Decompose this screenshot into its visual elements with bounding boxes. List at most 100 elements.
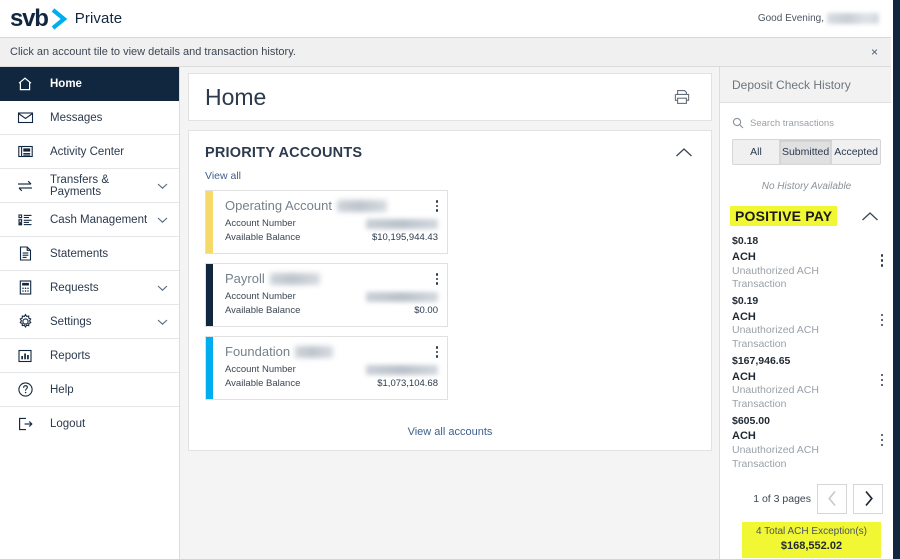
ach-exceptions-total: 4 Total ACH Exception(s) $168,552.02 <box>742 521 881 558</box>
tile-balance-label: Available Balance <box>225 377 301 389</box>
pagination: 1 of 3 pages <box>720 474 893 514</box>
sidebar-item-requests[interactable]: Requests <box>0 271 179 305</box>
sidebar-item-transfers-payments[interactable]: Transfers & Payments <box>0 169 179 203</box>
notification-bar: Click an account tile to view details an… <box>0 38 893 67</box>
chevron-down-icon <box>157 318 168 326</box>
account-tile-operating[interactable]: Operating Account Account Number Availab… <box>205 190 448 254</box>
search-input[interactable] <box>750 117 870 129</box>
sidebar-item-statements[interactable]: Statements <box>0 237 179 271</box>
tile-balance-value: $10,195,944.43 <box>371 231 438 243</box>
tile-account-number-row: Account Number <box>225 217 438 231</box>
tile-account-suffix-redacted <box>336 200 387 213</box>
tile-body: Operating Account Account Number Availab… <box>213 191 447 253</box>
logo-private-text: Private <box>74 10 123 27</box>
no-history-message: No History Available <box>761 181 852 192</box>
kebab-menu-icon[interactable] <box>434 344 441 360</box>
history-filter-tabs: All Submitted Accepted <box>732 139 881 165</box>
sidebar-item-logout[interactable]: Logout <box>0 407 179 441</box>
positive-pay-item[interactable]: $0.18 ACH Unauthorized ACH Transaction <box>720 234 893 292</box>
chevron-left-icon[interactable] <box>817 483 847 514</box>
tile-account-name-row: Payroll <box>225 271 438 287</box>
tile-account-name: Foundation <box>225 344 291 359</box>
pagination-label: 1 of 3 pages <box>753 492 811 505</box>
kebab-menu-icon[interactable] <box>879 432 886 449</box>
tile-account-name-row: Operating Account <box>225 198 438 214</box>
svb-private-logo[interactable]: svb Private <box>10 4 123 32</box>
tile-accent-bar <box>206 191 213 253</box>
tile-account-number-row: Account Number <box>225 363 438 377</box>
account-tile-payroll[interactable]: Payroll Account Number Available Balance… <box>205 263 448 327</box>
filter-tab-all[interactable]: All <box>733 140 780 164</box>
chevron-down-icon <box>157 216 168 224</box>
account-tile-foundation[interactable]: Foundation Account Number Available Bala… <box>205 336 448 400</box>
item-description: Unauthorized ACH Transaction <box>732 384 819 410</box>
positive-pay-title: POSITIVE PAY <box>730 206 838 226</box>
question-circle-icon <box>14 379 36 401</box>
sidebar-item-messages[interactable]: Messages <box>0 101 179 135</box>
bar-chart-icon <box>14 345 36 367</box>
item-description: Unauthorized ACH Transaction <box>732 444 819 470</box>
tile-account-number-redacted <box>366 291 438 302</box>
close-icon[interactable]: × <box>868 44 881 60</box>
sidebar-item-label: Home <box>50 77 82 90</box>
tile-account-number-label: Account Number <box>225 217 296 229</box>
sidebar-item-label: Activity Center <box>50 145 125 158</box>
sidebar-item-label: Cash Management <box>50 213 148 226</box>
tile-balance-label: Available Balance <box>225 304 301 316</box>
tile-account-name: Operating Account <box>225 198 332 213</box>
item-type: ACH <box>732 370 756 383</box>
sidebar-item-home[interactable]: Home <box>0 67 179 101</box>
greeting: Good Evening, <box>758 13 879 24</box>
tile-account-number-label: Account Number <box>225 290 296 302</box>
view-all-link[interactable]: View all <box>205 170 695 182</box>
chevron-up-icon[interactable] <box>673 145 695 160</box>
sidebar-item-settings[interactable]: Settings <box>0 305 179 339</box>
envelope-icon <box>14 107 36 129</box>
chevron-up-icon[interactable] <box>859 209 881 224</box>
right-edge-strip <box>893 0 900 559</box>
printer-icon[interactable] <box>669 84 695 110</box>
sidebar-item-label: Transfers & Payments <box>50 173 110 198</box>
sidebar-item-label: Messages <box>50 111 103 124</box>
item-amount: $167,946.65 <box>732 354 791 367</box>
right-panel: Deposit Check History All Submitted Acce… <box>719 67 893 559</box>
notification-text: Click an account tile to view details an… <box>10 46 296 58</box>
filter-tab-accepted[interactable]: Accepted <box>832 140 880 164</box>
positive-pay-item[interactable]: $0.19 ACH Unauthorized ACH Transaction <box>720 294 893 352</box>
kebab-menu-icon[interactable] <box>434 198 441 214</box>
tile-balance-value: $1,073,104.68 <box>377 377 438 389</box>
tile-balance-value: $0.00 <box>414 304 438 316</box>
kebab-menu-icon[interactable] <box>434 271 441 287</box>
search-icon <box>732 117 744 129</box>
sidebar-item-activity-center[interactable]: Activity Center <box>0 135 179 169</box>
logo-wordmark: svb <box>10 4 49 32</box>
chevron-right-icon[interactable] <box>853 483 883 514</box>
item-amount: $0.18 <box>732 235 759 247</box>
view-all-accounts-link[interactable]: View all accounts <box>205 400 695 450</box>
sidebar-item-help[interactable]: Help <box>0 373 179 407</box>
positive-pay-item[interactable]: $167,946.65 ACH Unauthorized ACH Transac… <box>720 354 893 412</box>
tile-account-number-row: Account Number <box>225 290 438 304</box>
kebab-menu-icon[interactable] <box>879 252 886 269</box>
app-window: svb Private Good Evening, Click an accou… <box>0 0 900 559</box>
home-icon <box>14 73 36 95</box>
tile-account-number-redacted <box>366 218 438 229</box>
tile-balance-row: Available Balance $1,073,104.68 <box>225 377 438 391</box>
right-panel-title: Deposit Check History <box>732 77 851 92</box>
list-icon <box>14 209 36 231</box>
positive-pay-item[interactable]: $605.00 ACH Unauthorized ACH Transaction <box>720 414 893 472</box>
activity-center-icon <box>14 141 36 163</box>
kebab-menu-icon[interactable] <box>879 372 886 389</box>
section-title: PRIORITY ACCOUNTS <box>205 145 363 161</box>
priority-accounts-header: PRIORITY ACCOUNTS <box>205 145 695 161</box>
kebab-menu-icon[interactable] <box>879 312 886 329</box>
item-type: ACH <box>732 250 756 263</box>
sidebar-item-label: Reports <box>50 349 91 362</box>
tile-account-number-label: Account Number <box>225 363 296 375</box>
sidebar-item-label: Requests <box>50 281 99 294</box>
sidebar-item-cash-management[interactable]: Cash Management <box>0 203 179 237</box>
tile-accent-bar <box>206 264 213 326</box>
tile-account-name-row: Foundation <box>225 344 438 360</box>
filter-tab-submitted[interactable]: Submitted <box>779 140 833 164</box>
sidebar-item-reports[interactable]: Reports <box>0 339 179 373</box>
